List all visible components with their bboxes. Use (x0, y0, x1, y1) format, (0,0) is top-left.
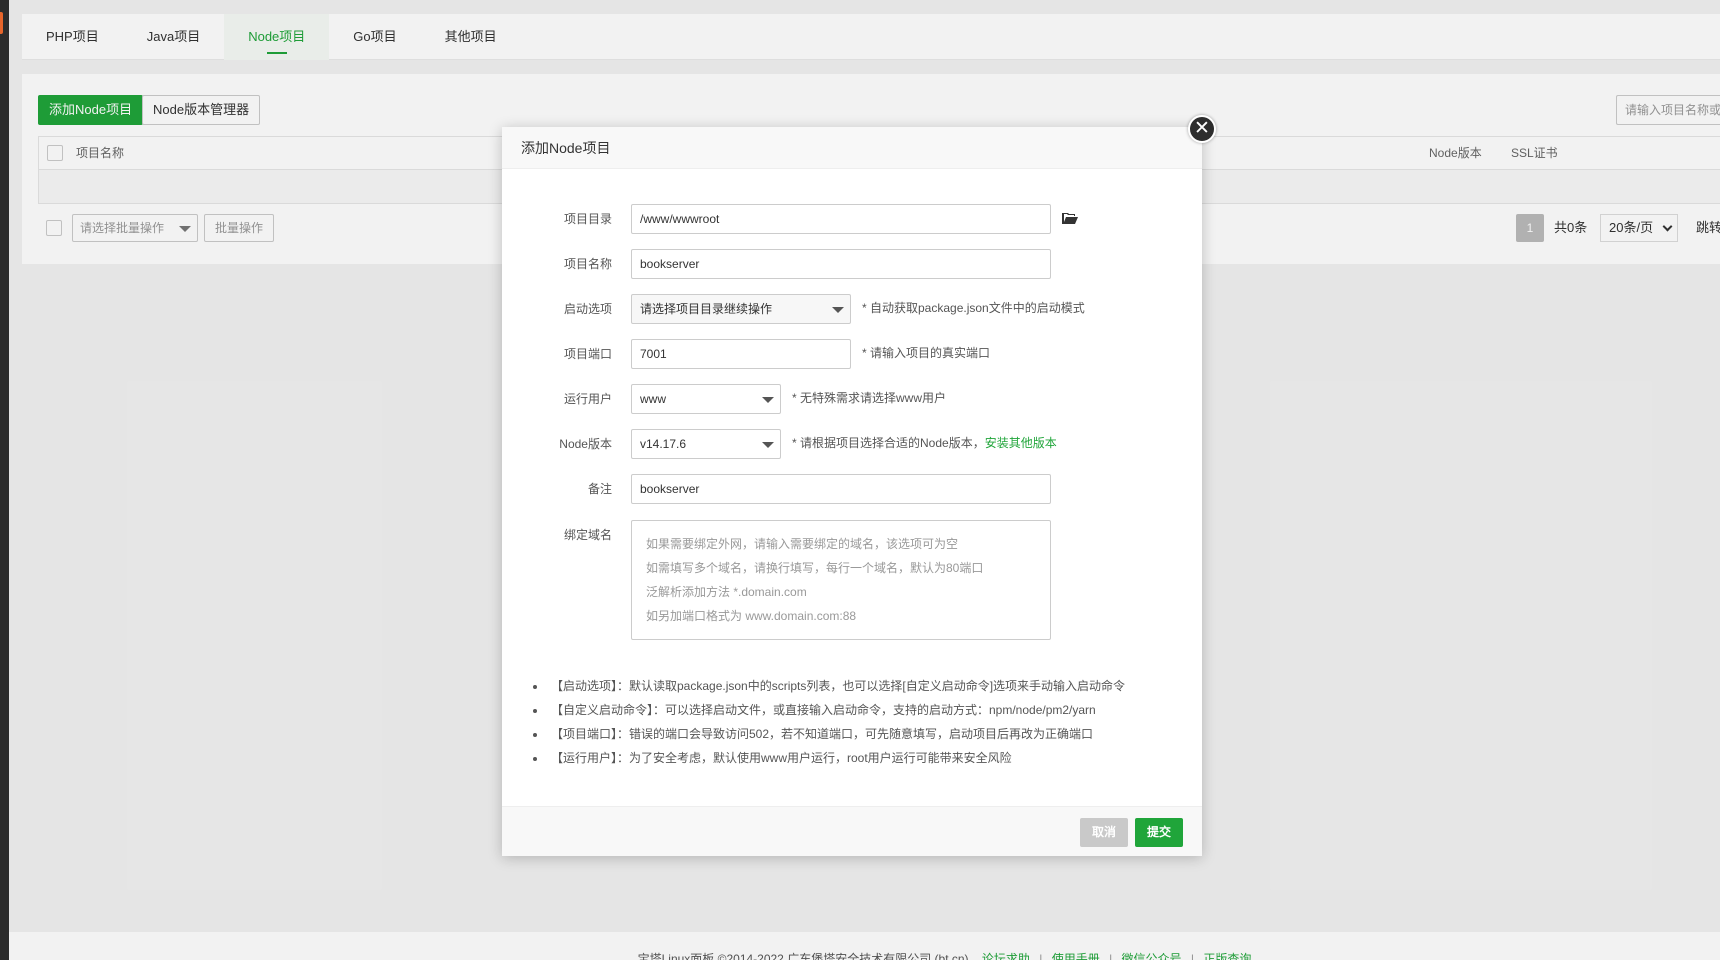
node-version-select[interactable]: v14.17.6 (631, 429, 781, 459)
field-bind-domain: 绑定域名 如果需要绑定外网，请输入需要绑定的域名，该选项可为空 如需填写多个域名… (502, 520, 1202, 640)
help-tip: 【项目端口】：错误的端口会导致访问502，若不知道端口，可先随意填写，启动项目后… (530, 722, 1170, 746)
field-project-port: 项目端口 7001 * 请输入项目的真实端口 (502, 339, 1202, 369)
add-node-project-dialog: 添加Node项目 ✕ 项目目录 /www/wwwroot 项目名称 bookse… (502, 115, 1216, 856)
project-dir-label: 项目目录 (563, 212, 612, 226)
run-user-value: www (640, 392, 666, 406)
close-icon[interactable]: ✕ (1188, 115, 1216, 143)
field-node-version: Node版本 v14.17.6 * 请根据项目选择合适的Node版本，安装其他版… (502, 429, 1202, 459)
field-start-option: 启动选项 请选择项目目录继续操作 * 自动获取package.json文件中的启… (502, 294, 1202, 324)
project-port-label: 项目端口 (563, 347, 612, 361)
node-version-value: v14.17.6 (640, 437, 687, 451)
field-remark: 备注 bookserver (502, 474, 1202, 504)
node-version-hint-text: * 请根据项目选择合适的Node版本， (792, 436, 985, 450)
domain-placeholder-line: 如需填写多个域名，请换行填写，每行一个域名，默认为80端口 (646, 561, 984, 575)
node-version-label: Node版本 (559, 437, 612, 451)
dialog-title: 添加Node项目 (502, 127, 1202, 169)
field-project-name: 项目名称 bookserver (502, 249, 1202, 279)
bind-domain-label: 绑定域名 (563, 528, 612, 542)
folder-open-icon[interactable] (1062, 211, 1078, 225)
run-user-hint: * 无特殊需求请选择www用户 (792, 391, 947, 405)
install-other-version-link[interactable]: 安装其他版本 (985, 436, 1057, 450)
project-name-input[interactable]: bookserver (631, 249, 1051, 279)
start-option-hint: * 自动获取package.json文件中的启动模式 (862, 301, 1085, 315)
node-version-hint: * 请根据项目选择合适的Node版本，安装其他版本 (792, 429, 1057, 457)
domain-placeholder-line: 如另加端口格式为 www.domain.com:88 (646, 609, 857, 623)
start-option-label: 启动选项 (563, 302, 612, 316)
run-user-label: 运行用户 (563, 392, 612, 406)
help-tip: 【运行用户】：为了安全考虑，默认使用www用户运行，root用户运行可能带来安全… (530, 746, 1170, 770)
help-tips-list: 【启动选项】：默认读取package.json中的scripts列表，也可以选择… (530, 674, 1170, 770)
domain-placeholder-line: 如果需要绑定外网，请输入需要绑定的域名，该选项可为空 (646, 537, 959, 551)
sidebar-active-indicator (0, 12, 3, 34)
submit-button[interactable]: 提交 (1135, 818, 1184, 847)
project-port-hint: * 请输入项目的真实端口 (862, 346, 991, 360)
domain-placeholder-line: 泛解析添加方法 *.domain.com (646, 585, 807, 599)
caret-down-icon (832, 307, 844, 313)
remark-input[interactable]: bookserver (631, 474, 1051, 504)
start-option-value: 请选择项目目录继续操作 (640, 302, 773, 316)
run-user-select[interactable]: www (631, 384, 781, 414)
help-tip: 【启动选项】：默认读取package.json中的scripts列表，也可以选择… (530, 674, 1170, 698)
project-port-input[interactable]: 7001 (631, 339, 851, 369)
project-name-label: 项目名称 (563, 257, 612, 271)
project-dir-input[interactable]: /www/wwwroot (631, 204, 1051, 234)
sidebar-strip (0, 0, 9, 960)
dialog-footer: 取消 提交 (502, 806, 1202, 856)
help-tip: 【自定义启动命令】：可以选择启动文件，或直接输入启动命令，支持的启动方式：npm… (530, 698, 1170, 722)
caret-down-icon (762, 397, 774, 403)
cancel-button[interactable]: 取消 (1080, 818, 1129, 847)
remark-label: 备注 (587, 482, 612, 496)
field-project-dir: 项目目录 /www/wwwroot (502, 204, 1202, 234)
start-option-select[interactable]: 请选择项目目录继续操作 (631, 294, 851, 324)
bind-domain-textarea[interactable]: 如果需要绑定外网，请输入需要绑定的域名，该选项可为空 如需填写多个域名，请换行填… (631, 520, 1051, 640)
caret-down-icon (762, 442, 774, 448)
field-run-user: 运行用户 www * 无特殊需求请选择www用户 (502, 384, 1202, 414)
